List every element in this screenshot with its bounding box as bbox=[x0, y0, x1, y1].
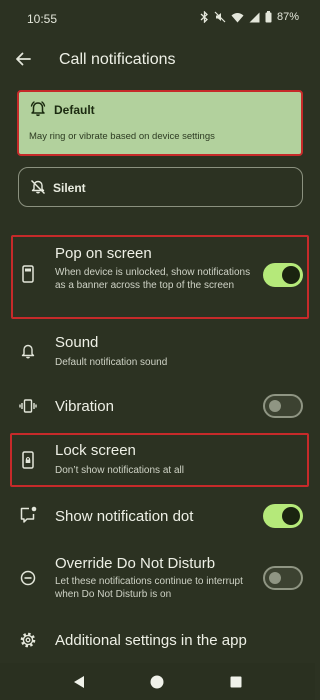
priority-silent-label: Silent bbox=[53, 181, 86, 195]
bell-icon bbox=[18, 342, 38, 362]
back-button[interactable] bbox=[12, 48, 34, 70]
back-triangle-icon[interactable] bbox=[70, 673, 88, 691]
notification-dot-toggle[interactable] bbox=[263, 504, 303, 528]
additional-settings-row[interactable]: Additional settings in the app bbox=[0, 624, 315, 656]
sound-row[interactable]: Sound Default notification sound bbox=[0, 328, 315, 378]
pop-on-screen-toggle[interactable] bbox=[263, 263, 303, 287]
status-icons: 87% bbox=[200, 11, 299, 23]
vibration-title: Vibration bbox=[55, 398, 114, 415]
additional-settings-title: Additional settings in the app bbox=[55, 632, 247, 649]
notification-dot-icon bbox=[18, 505, 38, 525]
battery-icon bbox=[265, 11, 272, 23]
bell-icon bbox=[29, 100, 47, 123]
mute-icon bbox=[214, 11, 226, 23]
priority-silent-card[interactable]: Silent bbox=[18, 167, 303, 207]
override-dnd-toggle[interactable] bbox=[263, 566, 303, 590]
signal-icon bbox=[249, 12, 260, 23]
phone-banner-icon bbox=[18, 264, 38, 284]
vibration-icon bbox=[18, 396, 38, 416]
lock-screen-icon bbox=[18, 450, 38, 470]
override-dnd-row[interactable]: Override Do Not Disturb Let these notifi… bbox=[0, 547, 315, 607]
battery-percentage: 87% bbox=[276, 11, 299, 23]
bluetooth-icon bbox=[200, 11, 209, 23]
pop-on-screen-description: When device is unlocked, show notificati… bbox=[55, 267, 251, 291]
home-circle-icon[interactable] bbox=[148, 673, 166, 691]
lock-screen-row[interactable]: Lock screen Don’t show notifications at … bbox=[0, 435, 315, 485]
lock-screen-description: Don’t show notifications at all bbox=[55, 465, 184, 476]
sound-title: Sound bbox=[55, 334, 99, 351]
status-time: 10:55 bbox=[27, 12, 58, 26]
bell-off-icon bbox=[30, 179, 46, 200]
vibration-row[interactable]: Vibration bbox=[0, 390, 315, 424]
override-dnd-title: Override Do Not Disturb bbox=[55, 555, 216, 572]
sound-description: Default notification sound bbox=[55, 357, 168, 368]
notification-dot-title: Show notification dot bbox=[55, 508, 194, 525]
do-not-disturb-icon bbox=[18, 568, 38, 588]
status-bar: 10:55 87% bbox=[0, 0, 315, 38]
pop-on-screen-title: Pop on screen bbox=[55, 245, 152, 262]
call-notifications-screen: 10:55 87% Call notifications Default May… bbox=[0, 0, 315, 700]
page-title: Call notifications bbox=[59, 51, 176, 68]
arrow-left-icon bbox=[16, 52, 31, 66]
recents-square-icon[interactable] bbox=[227, 673, 245, 691]
wifi-icon bbox=[231, 12, 244, 23]
priority-default-description: May ring or vibrate based on device sett… bbox=[29, 131, 215, 142]
pop-on-screen-row[interactable]: Pop on screen When device is unlocked, s… bbox=[0, 237, 315, 317]
priority-default-label: Default bbox=[54, 103, 95, 117]
vibration-toggle[interactable] bbox=[263, 394, 303, 418]
lock-screen-title: Lock screen bbox=[55, 442, 136, 459]
navigation-bar bbox=[0, 663, 315, 700]
app-bar: Call notifications bbox=[0, 42, 315, 78]
priority-default-card[interactable]: Default May ring or vibrate based on dev… bbox=[17, 90, 303, 156]
notification-dot-row[interactable]: Show notification dot bbox=[0, 500, 315, 532]
override-dnd-description: Let these notifications continue to inte… bbox=[55, 576, 243, 600]
gear-icon bbox=[18, 630, 38, 650]
